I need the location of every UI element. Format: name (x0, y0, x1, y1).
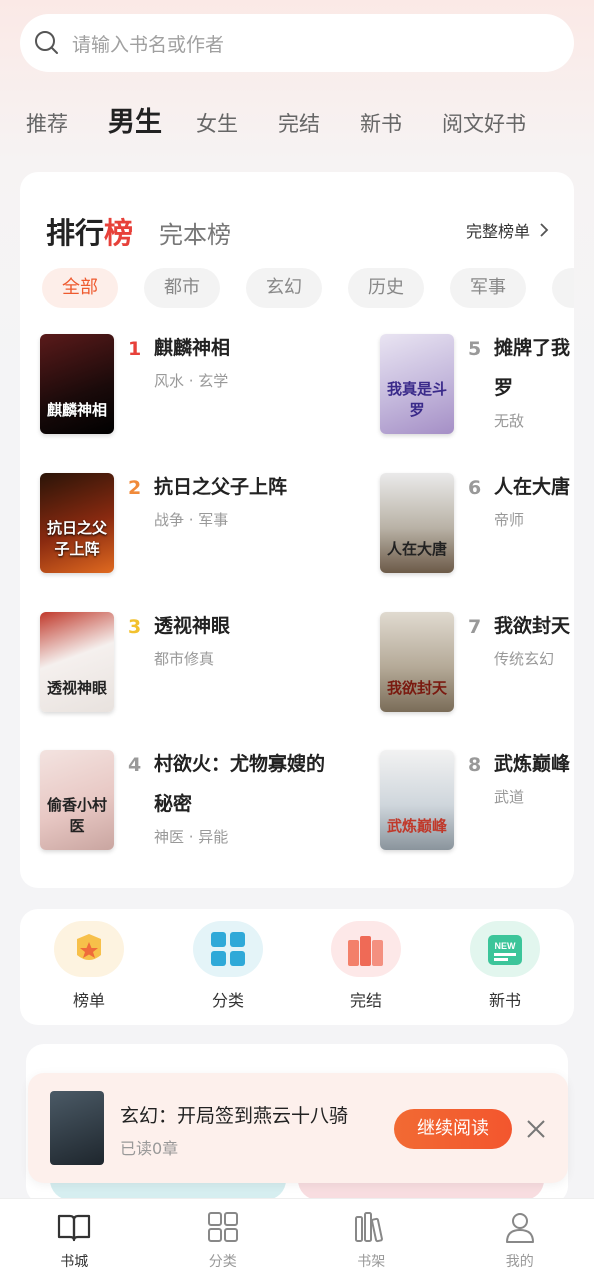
rank-number: 5 (468, 338, 482, 360)
book-cover: 透视神眼 (40, 612, 114, 712)
rank-number: 7 (468, 616, 482, 638)
book-title: 我欲封天 (494, 615, 571, 637)
new-card-icon: NEW (470, 921, 540, 977)
tab-good-books[interactable]: 阅文好书 (442, 108, 526, 138)
tab-recommend[interactable]: 推荐 (26, 108, 68, 138)
book-item[interactable]: 抗日之父子上阵 2 抗日之父子上阵 战争 · 军事 (40, 473, 360, 583)
book-cover: 人在大唐 (380, 473, 454, 573)
chip-urban[interactable]: 都市 (144, 268, 220, 308)
chevron-right-icon (540, 223, 549, 237)
person-icon (505, 1213, 534, 1243)
book-title: 麒麟神相 (154, 337, 231, 359)
book-item[interactable]: 武炼巅峰 8 武炼巅峰 武道 (380, 750, 574, 860)
book-cover: 我欲封天 (380, 612, 454, 712)
grid-icon (193, 921, 263, 977)
continue-book-title: 玄幻：开局签到燕云十八骑 (120, 1105, 349, 1127)
bottom-tab-mine[interactable]: 我的 (446, 1199, 594, 1280)
book-item[interactable]: 我真是斗罗 5 摊牌了我罗无敌 (380, 334, 574, 444)
tab-female[interactable]: 女生 (196, 108, 238, 138)
tab-new[interactable]: 新书 (360, 108, 402, 138)
rank-number: 4 (128, 754, 142, 776)
book-item[interactable]: 麒麟神相 1 麒麟神相 风水 · 玄学 (40, 334, 360, 444)
book-open-icon (58, 1214, 91, 1242)
ranking-card: 排行榜 完本榜 完整榜单 全部 都市 玄幻 历史 军事 麒麟神相 1 麒麟神相风… (20, 172, 574, 888)
book-tags: 无敌 (494, 412, 525, 430)
book-cover: 我真是斗罗 (380, 334, 454, 434)
bottom-tab-category[interactable]: 分类 (149, 1199, 298, 1280)
bookshelf-icon (355, 1212, 384, 1243)
grid-icon (207, 1212, 238, 1242)
tab-label: 书城 (60, 1254, 89, 1270)
book-title: 抗日之父子上阵 (154, 476, 288, 498)
quick-entry-label: 新书 (488, 991, 521, 1010)
tab-male[interactable]: 男生 (108, 100, 162, 139)
book-tags: 都市修真 (154, 650, 215, 668)
rank-number: 2 (128, 477, 142, 499)
rank-number: 1 (128, 338, 142, 360)
rank-number: 8 (468, 754, 482, 776)
book-title: 武炼巅峰 (494, 753, 571, 775)
bottom-tab-bookstore[interactable]: 书城 (0, 1199, 149, 1280)
book-item[interactable]: 偷香小村医 4 村欲火：尤物寡嫂的 秘密神医 · 异能 (40, 750, 340, 860)
book-tags: 武道 (494, 788, 525, 806)
continue-reading-button[interactable]: 继续阅读 (394, 1109, 512, 1149)
book-tags: 战争 · 军事 (154, 511, 229, 529)
full-list-link[interactable]: 完整榜单 (466, 218, 552, 242)
crown-badge-icon (54, 921, 124, 977)
rank-number: 6 (468, 477, 482, 499)
book-tags: 风水 · 玄学 (154, 372, 229, 390)
search-icon (35, 31, 58, 54)
book-tags: 神医 · 异能 (154, 828, 229, 846)
read-progress: 已读0章 (120, 1139, 179, 1158)
top-tabs: 推荐 男生 女生 完结 新书 阅文好书 (26, 100, 566, 139)
rank-number: 3 (128, 616, 142, 638)
bottom-tab-bar: 书城 分类 书架 我的 (0, 1198, 594, 1280)
chip-more[interactable] (552, 268, 574, 308)
ranking-header: 排行榜 完本榜 (46, 210, 231, 252)
close-icon[interactable] (524, 1117, 548, 1141)
books-icon (331, 921, 401, 977)
tab-completed[interactable]: 完结 (278, 108, 320, 138)
completed-ranking-tab[interactable]: 完本榜 (159, 215, 231, 250)
quick-entry-label: 完结 (349, 991, 382, 1010)
search-placeholder: 请输入书名或作者 (72, 33, 225, 56)
book-title: 透视神眼 (154, 615, 231, 637)
tab-label: 分类 (208, 1254, 237, 1270)
genre-chips: 全部 都市 玄幻 历史 军事 (42, 268, 574, 308)
quick-entry-label: 分类 (211, 991, 244, 1010)
quick-entry-new[interactable]: NEW 新书 (470, 921, 540, 1011)
book-item[interactable]: 我欲封天 7 我欲封天 传统玄幻 (380, 612, 574, 722)
book-title: 村欲火：尤物寡嫂的 秘密 (154, 753, 326, 815)
quick-entry-completed[interactable]: 完结 (331, 921, 401, 1011)
book-tags: 传统玄幻 (494, 650, 555, 668)
book-cover: 偷香小村医 (40, 750, 114, 850)
quick-entry-ranking[interactable]: 榜单 (54, 921, 124, 1011)
book-cover: 麒麟神相 (40, 334, 114, 434)
bottom-tab-bookshelf[interactable]: 书架 (297, 1199, 446, 1280)
book-cover: 武炼巅峰 (380, 750, 454, 850)
book-cover: 抗日之父子上阵 (40, 473, 114, 573)
quick-entry-card: 榜单 分类 完结 NEW 新书 (20, 909, 574, 1025)
continue-reading-bar[interactable]: 玄幻：开局签到燕云十八骑 已读0章 继续阅读 (28, 1073, 568, 1183)
tab-label: 书架 (357, 1254, 386, 1270)
book-item[interactable]: 人在大唐 6 人在大唐 帝师 (380, 473, 574, 583)
book-item[interactable]: 透视神眼 3 透视神眼 都市修真 (40, 612, 360, 722)
search-bar[interactable]: 请输入书名或作者 (20, 14, 574, 72)
chip-fantasy[interactable]: 玄幻 (246, 268, 322, 308)
chip-all[interactable]: 全部 (42, 268, 118, 308)
quick-entry-label: 榜单 (72, 991, 105, 1010)
ranking-title[interactable]: 排行榜 (46, 210, 133, 252)
tab-label: 我的 (505, 1254, 534, 1270)
svg-text:NEW: NEW (495, 941, 517, 951)
quick-entry-category[interactable]: 分类 (193, 921, 263, 1011)
chip-military[interactable]: 军事 (450, 268, 526, 308)
book-cover (50, 1091, 104, 1165)
book-title: 人在大唐 (494, 476, 571, 498)
full-list-label: 完整榜单 (465, 222, 530, 241)
chip-history[interactable]: 历史 (348, 268, 424, 308)
book-title: 摊牌了我罗 (494, 337, 571, 399)
book-tags: 帝师 (494, 511, 525, 529)
